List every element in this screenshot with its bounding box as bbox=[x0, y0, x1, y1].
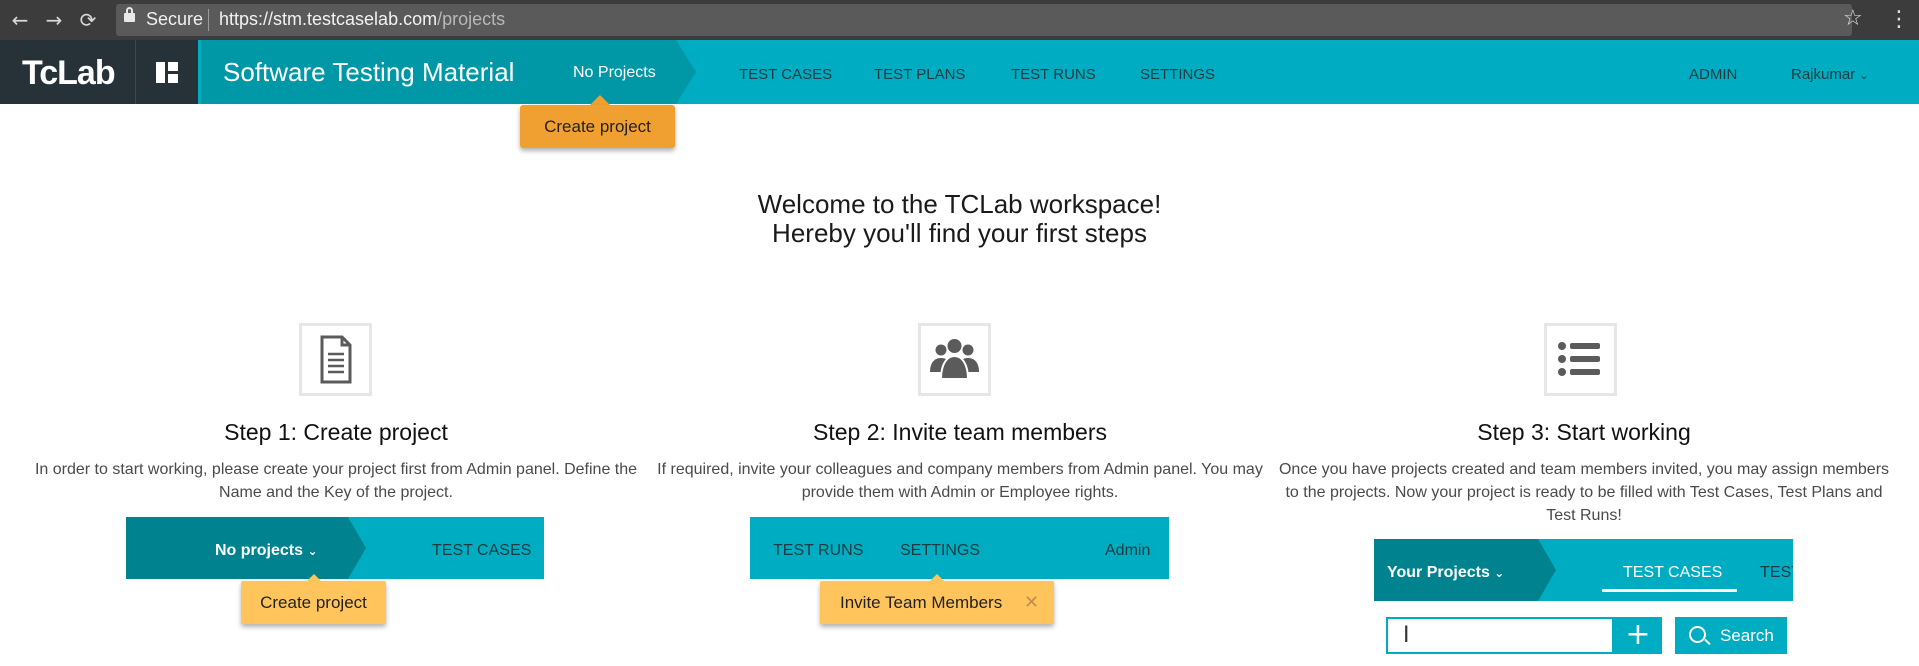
forward-arrow-icon[interactable]: → bbox=[40, 6, 68, 34]
illustration-cut-tab: TEST bbox=[1760, 564, 1793, 581]
illustration-test-cases-tab: TEST CASES bbox=[432, 542, 532, 559]
secure-label: Secure bbox=[146, 9, 204, 29]
illustration-search-input: I bbox=[1386, 617, 1614, 654]
dashboard-grid-icon[interactable] bbox=[156, 62, 178, 83]
active-tab-underline bbox=[1602, 589, 1737, 592]
address-separator bbox=[208, 9, 209, 31]
step-1-title: Step 1: Create project bbox=[224, 419, 448, 445]
nav-admin[interactable]: ADMIN bbox=[1689, 66, 1737, 83]
step-2-description: If required, invite your colleagues and … bbox=[657, 461, 1263, 501]
welcome-line-2: Hereby you'll find your first steps bbox=[772, 218, 1147, 248]
bookmark-star-icon[interactable]: ☆ bbox=[1843, 6, 1863, 31]
project-bar-arrow bbox=[676, 40, 696, 104]
chevron-down-icon: ⌄ bbox=[1859, 69, 1869, 82]
nav-test-plans[interactable]: TEST PLANS bbox=[874, 66, 965, 83]
illustration-add-button: + bbox=[1614, 617, 1662, 654]
browser-menu-icon[interactable]: ⋮ bbox=[1888, 7, 1910, 32]
back-arrow-icon[interactable]: ← bbox=[6, 6, 34, 34]
step-2-illustration-bar: TEST RUNS SETTINGS Admin bbox=[750, 517, 1169, 579]
welcome-line-1: Welcome to the TCLab workspace! bbox=[757, 189, 1162, 219]
search-icon-handle bbox=[1704, 638, 1711, 646]
url-base: https://stm.testcaselab.com bbox=[219, 9, 438, 29]
workspace-title[interactable]: Software Testing Material bbox=[223, 57, 514, 88]
step-2-title: Step 2: Invite team members bbox=[812, 419, 1107, 445]
tclab-logo[interactable]: TcLab bbox=[22, 54, 116, 93]
illustration-admin-tab: Admin bbox=[1105, 542, 1151, 559]
search-label: Search bbox=[1720, 626, 1774, 645]
illustration-project-selector: No projects ⌄ bbox=[215, 542, 318, 559]
step-3-description: Once you have projects created and team … bbox=[1278, 461, 1890, 524]
step-3-title: Step 3: Start working bbox=[1477, 419, 1691, 445]
document-icon bbox=[299, 323, 372, 396]
illustration-test-runs-tab: TEST RUNS bbox=[773, 542, 864, 559]
text-cursor-icon: I bbox=[1403, 623, 1410, 648]
illustration-search-button: Search bbox=[1675, 617, 1787, 654]
nav-settings[interactable]: SETTINGS bbox=[1140, 66, 1215, 83]
illustration-invite-popup: Invite Team Members ✕ bbox=[820, 581, 1054, 624]
illustration-test-cases-tab: TEST CASES bbox=[1623, 564, 1723, 581]
step-1-description: In order to start working, please create… bbox=[34, 461, 638, 501]
lock-icon bbox=[124, 7, 135, 22]
team-members-icon bbox=[918, 323, 991, 396]
nav-test-runs[interactable]: TEST RUNS bbox=[1011, 66, 1096, 83]
url-text[interactable]: https://stm.testcaselab.com/projects bbox=[219, 9, 505, 30]
chevron-down-icon: ⌄ bbox=[307, 544, 318, 558]
step-1-illustration-bar: No projects ⌄ TEST CASES bbox=[126, 517, 544, 579]
project-selector[interactable]: No Projects bbox=[573, 64, 656, 82]
chevron-down-icon: ⌄ bbox=[1494, 566, 1505, 580]
user-menu[interactable]: Rajkumar ⌄ bbox=[1791, 66, 1869, 83]
invite-popup-label: Invite Team Members bbox=[840, 593, 1003, 612]
nav-test-cases[interactable]: TEST CASES bbox=[739, 66, 832, 83]
reload-icon[interactable]: ⟳ bbox=[74, 6, 102, 34]
illustration-create-project-popup: Create project bbox=[241, 581, 386, 624]
search-icon bbox=[1689, 626, 1706, 643]
close-icon: ✕ bbox=[1024, 592, 1040, 613]
create-project-button[interactable]: Create project bbox=[520, 105, 675, 148]
step-3-illustration-bar: Your Projects ⌄ TEST CASES TEST bbox=[1374, 539, 1793, 601]
url-path: /projects bbox=[437, 9, 506, 29]
welcome-heading: Welcome to the TCLab workspace! Hereby y… bbox=[0, 190, 1919, 248]
list-icon bbox=[1544, 323, 1617, 396]
user-name: Rajkumar bbox=[1791, 66, 1856, 83]
popover-pointer bbox=[590, 95, 610, 105]
illustration-settings-tab: SETTINGS bbox=[900, 542, 981, 559]
illustration-your-projects: Your Projects ⌄ bbox=[1387, 564, 1505, 581]
